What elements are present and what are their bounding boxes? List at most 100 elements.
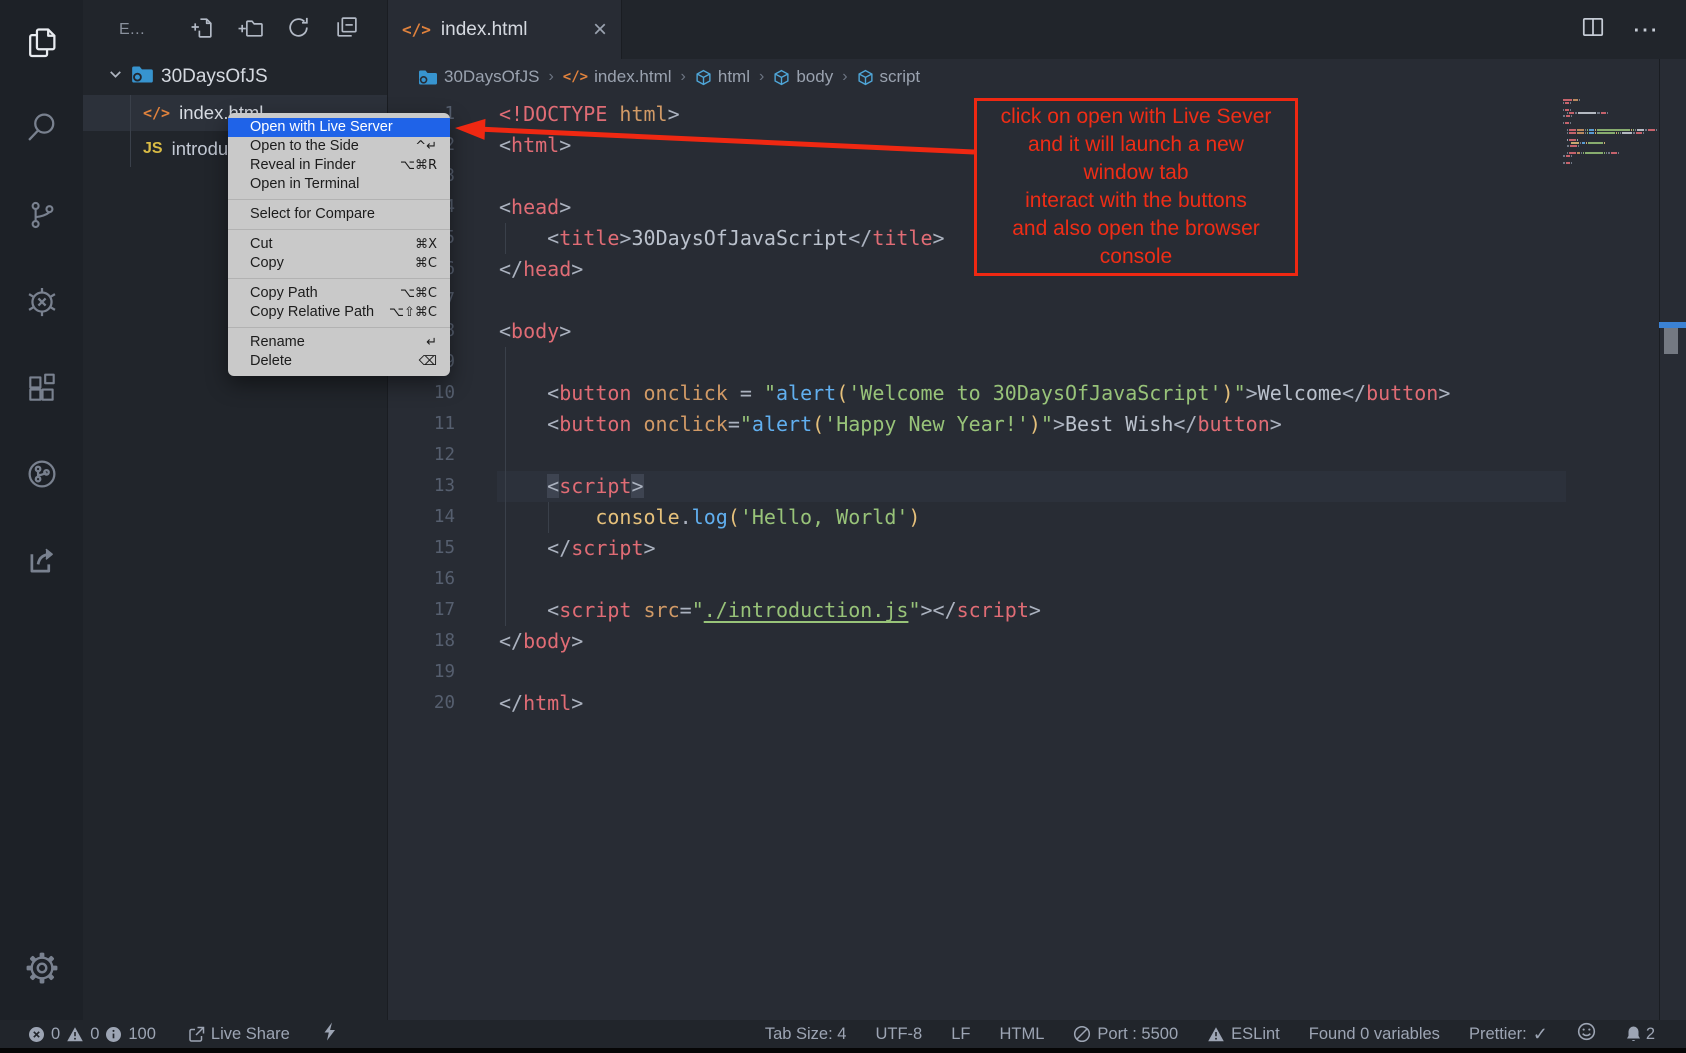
error-icon	[28, 1026, 45, 1043]
code-line[interactable]: 8<body>	[387, 316, 1659, 347]
minimap-segment	[1611, 152, 1617, 154]
menu-item[interactable]: Open with Live Server	[228, 118, 450, 137]
breadcrumb-script[interactable]: script	[857, 67, 921, 87]
minimap-segment	[1580, 142, 1581, 144]
menu-item[interactable]: Rename↵	[228, 333, 450, 352]
indent-guide	[505, 347, 506, 626]
scrollbar-thumb[interactable]	[1664, 328, 1678, 354]
collapse-all-icon[interactable]	[334, 15, 359, 45]
run-debug-icon[interactable]	[0, 272, 83, 332]
variables-indicator[interactable]: Found 0 variables	[1309, 1025, 1440, 1044]
tab-label: index.html	[441, 19, 528, 41]
notifications-indicator[interactable]: 2	[1625, 1025, 1655, 1044]
breadcrumb-folder[interactable]: 30DaysOfJS	[418, 67, 539, 87]
menu-separator	[228, 229, 450, 230]
tab-index-html[interactable]: </> index.html ×	[387, 0, 622, 59]
code-line[interactable]: 7	[387, 285, 1659, 316]
code-line[interactable]: 9	[387, 347, 1659, 378]
symbol-cube-icon	[857, 69, 874, 86]
share-icon[interactable]	[0, 531, 83, 591]
folder-name: 30DaysOfJS	[161, 66, 268, 88]
menu-item[interactable]: Open to the Side^↵	[228, 137, 450, 156]
minimap-segment	[1570, 102, 1571, 104]
code-line[interactable]: 13 <script>	[387, 471, 1659, 502]
explorer-icon[interactable]	[0, 13, 83, 73]
breadcrumb-body[interactable]: body	[773, 67, 833, 87]
code-line[interactable]: 12	[387, 440, 1659, 471]
refresh-icon[interactable]	[286, 15, 311, 45]
code-line[interactable]: 20</html>	[387, 688, 1659, 719]
code-line[interactable]: 15 </script>	[387, 533, 1659, 564]
minimap-segment	[1656, 129, 1657, 131]
encoding-indicator[interactable]: UTF-8	[875, 1025, 922, 1044]
minimap-segment	[1571, 142, 1578, 144]
menu-item[interactable]: Cut⌘X	[228, 235, 450, 254]
eol-indicator[interactable]: LF	[951, 1025, 970, 1044]
extensions-icon[interactable]	[0, 358, 83, 418]
search-icon[interactable]	[0, 97, 83, 157]
language-indicator[interactable]: HTML	[999, 1025, 1044, 1044]
minimap-segment	[1583, 152, 1584, 154]
code-line[interactable]: 10 <button onclick = "alert('Welcome to …	[387, 378, 1659, 409]
minimap-segment	[1595, 132, 1596, 134]
minimap[interactable]	[1563, 99, 1655, 165]
menu-item[interactable]: Select for Compare	[228, 205, 450, 224]
code-line[interactable]: 11 <button onclick="alert('Happy New Yea…	[387, 409, 1659, 440]
breadcrumb-separator: ›	[758, 68, 765, 86]
line-number: 13	[387, 471, 455, 502]
minimap-segment	[1563, 155, 1565, 157]
annotation-line: window tab	[977, 159, 1295, 187]
more-actions-icon[interactable]: ⋯	[1632, 14, 1660, 45]
minimap-segment	[1563, 102, 1564, 104]
vscode-window: E...	[0, 0, 1686, 1053]
folder-row-30daysofjs[interactable]: 30DaysOfJS	[83, 59, 387, 95]
new-folder-icon[interactable]	[238, 15, 263, 45]
context-menu: Open with Live ServerOpen to the Side^↵R…	[228, 113, 450, 376]
tab-size-indicator[interactable]: Tab Size: 4	[765, 1025, 847, 1044]
html-file-icon: </>	[563, 69, 588, 85]
breadcrumb-file[interactable]: </> index.html	[563, 67, 672, 87]
minimap-segment	[1578, 112, 1597, 114]
breadcrumb-html[interactable]: html	[695, 67, 750, 87]
minimap-segment	[1633, 129, 1634, 131]
new-file-icon[interactable]	[190, 15, 215, 45]
minimap-segment	[1622, 132, 1631, 134]
minimap-segment	[1565, 109, 1569, 111]
close-icon[interactable]: ×	[593, 18, 607, 42]
code-line[interactable]: 18</body>	[387, 626, 1659, 657]
live-share-button[interactable]: Live Share	[188, 1025, 290, 1044]
minimap-segment	[1569, 152, 1575, 154]
menu-item[interactable]: Reveal in Finder⌥⌘R	[228, 156, 450, 175]
live-share-icon[interactable]	[0, 444, 83, 504]
menu-item[interactable]: Copy⌘C	[228, 254, 450, 273]
eslint-indicator[interactable]: ESLint	[1207, 1025, 1280, 1044]
menu-item[interactable]: Copy Relative Path⌥⇧⌘C	[228, 303, 450, 322]
minimap-segment	[1636, 132, 1642, 134]
menu-item[interactable]: Delete⌫	[228, 352, 450, 371]
code-line[interactable]: 19	[387, 657, 1659, 688]
slash-circle-icon	[1073, 1025, 1091, 1043]
port-indicator[interactable]: Port : 5500	[1073, 1025, 1178, 1044]
minimap-segment	[1597, 132, 1615, 134]
prettier-indicator[interactable]: Prettier:✓	[1469, 1024, 1548, 1045]
settings-gear-icon[interactable]	[0, 938, 83, 998]
annotation-line: interact with the buttons	[977, 187, 1295, 215]
lightning-icon[interactable]	[322, 1022, 337, 1046]
minimap-segment	[1569, 132, 1575, 134]
problems-indicator[interactable]: 0 0 100	[28, 1025, 156, 1044]
minimap-segment	[1597, 129, 1630, 131]
minimap-segment	[1577, 139, 1578, 141]
annotation-line: and also open the browser	[977, 215, 1295, 243]
menu-item[interactable]: Open in Terminal	[228, 175, 450, 194]
line-number: 18	[387, 626, 455, 657]
code-line[interactable]: 16	[387, 564, 1659, 595]
minimap-segment	[1567, 145, 1569, 147]
code-line[interactable]: 17 <script src="./introduction.js"></scr…	[387, 595, 1659, 626]
annotation-line: click on open with Live Sever	[977, 103, 1295, 131]
minimap-segment	[1569, 139, 1575, 141]
menu-item[interactable]: Copy Path⌥⌘C	[228, 284, 450, 303]
split-editor-icon[interactable]	[1580, 14, 1606, 45]
source-control-icon[interactable]	[0, 185, 83, 245]
code-line[interactable]: 14 console.log('Hello, World')	[387, 502, 1659, 533]
feedback-smiley-icon[interactable]	[1577, 1022, 1596, 1046]
